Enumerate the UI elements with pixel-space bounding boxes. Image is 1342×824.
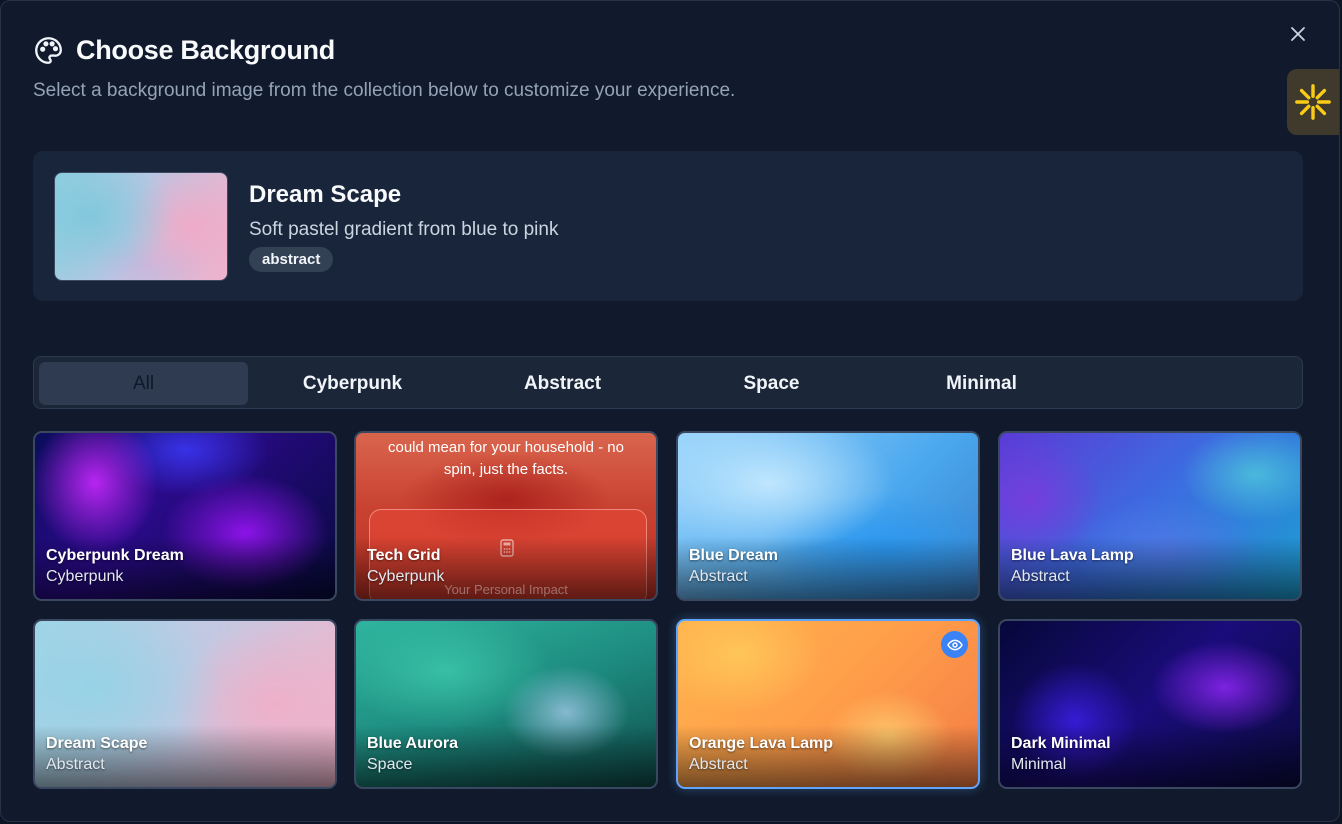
dialog-subtitle: Select a background image from the colle… — [33, 80, 736, 101]
tab-all[interactable]: All — [39, 362, 248, 405]
preview-name: Dream Scape — [249, 181, 402, 208]
overlay-line-1: could mean for your household - no — [388, 439, 624, 456]
card-category: Cyberpunk — [367, 568, 445, 585]
card-category: Space — [367, 756, 413, 773]
palette-icon — [33, 35, 64, 66]
background-card-blue-dream[interactable]: Blue Dream Abstract — [676, 431, 980, 601]
card-category: Abstract — [689, 568, 748, 585]
background-card-cyberpunk-dream[interactable]: Cyberpunk Dream Cyberpunk — [33, 431, 337, 601]
card-overlay-text: could mean for your household - no spin,… — [356, 437, 656, 481]
preview-button[interactable] — [941, 631, 968, 658]
card-name: Dark Minimal — [1011, 735, 1111, 752]
card-category: Abstract — [689, 756, 748, 773]
card-name: Orange Lava Lamp — [689, 735, 834, 752]
card-name: Blue Lava Lamp — [1011, 547, 1134, 564]
assistant-widget-button[interactable] — [1287, 69, 1339, 135]
card-category: Cyberpunk — [46, 568, 124, 585]
card-name: Dream Scape — [46, 735, 148, 752]
choose-background-dialog: Choose Background Select a background im… — [0, 0, 1340, 822]
background-card-dark-minimal[interactable]: Dark Minimal Minimal — [998, 619, 1302, 789]
tab-cyberpunk[interactable]: Cyberpunk — [248, 362, 457, 405]
preview-tag: abstract — [249, 247, 334, 272]
tab-abstract[interactable]: Abstract — [458, 362, 667, 405]
background-card-blue-lava-lamp[interactable]: Blue Lava Lamp Abstract — [998, 431, 1302, 601]
preview-thumbnail — [54, 172, 228, 281]
tab-minimal[interactable]: Minimal — [877, 362, 1086, 405]
card-name: Tech Grid — [367, 547, 441, 564]
current-background-preview: Dream Scape Soft pastel gradient from bl… — [33, 151, 1303, 301]
background-card-dream-scape[interactable]: Dream Scape Abstract — [33, 619, 337, 789]
preview-description: Soft pastel gradient from blue to pink — [249, 219, 559, 240]
category-tabs: All Cyberpunk Abstract Space Minimal — [33, 356, 1303, 409]
card-name: Cyberpunk Dream — [46, 547, 184, 564]
card-category: Abstract — [46, 756, 105, 773]
background-card-tech-grid[interactable]: could mean for your household - no spin,… — [354, 431, 658, 601]
eye-icon — [946, 639, 963, 650]
close-button[interactable] — [1287, 23, 1309, 45]
dialog-header: Choose Background Select a background im… — [33, 35, 735, 102]
preview-info: Dream Scape Soft pastel gradient from bl… — [249, 181, 558, 272]
background-card-orange-lava-lamp[interactable]: Orange Lava Lamp Abstract — [676, 619, 980, 789]
tab-space[interactable]: Space — [667, 362, 876, 405]
card-name: Blue Aurora — [367, 735, 458, 752]
card-category: Abstract — [1011, 568, 1070, 585]
background-card-blue-aurora[interactable]: Blue Aurora Space — [354, 619, 658, 789]
dialog-title: Choose Background — [76, 35, 335, 65]
card-name: Blue Dream — [689, 547, 778, 564]
title-row: Choose Background — [33, 35, 735, 66]
overlay-line-2: spin, just the facts. — [443, 461, 569, 478]
sparkle-icon — [1295, 84, 1331, 120]
card-category: Minimal — [1011, 756, 1067, 773]
close-icon — [1291, 27, 1305, 41]
